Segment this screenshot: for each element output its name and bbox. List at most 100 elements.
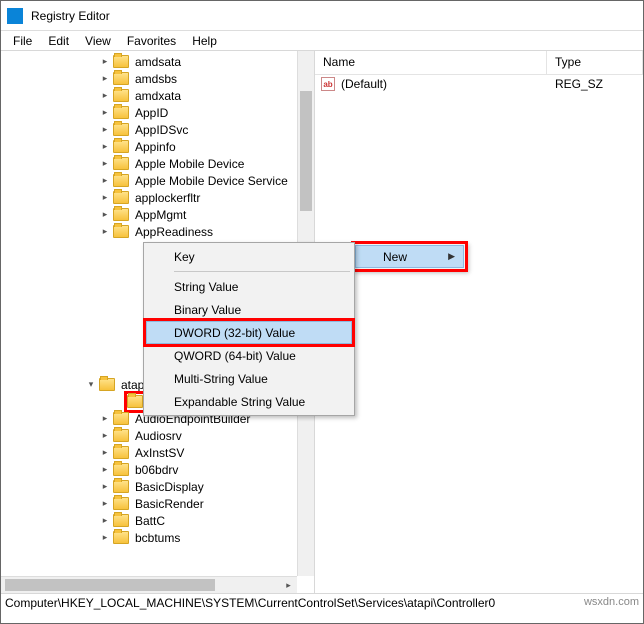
tree-item[interactable]: ▸ amdsata [1,53,314,70]
folder-icon [113,191,129,204]
folder-icon [113,225,129,238]
tree-item[interactable]: ▸ amdsbs [1,70,314,87]
folder-icon [113,55,129,68]
chevron-right-icon[interactable]: ▸ [99,73,111,85]
context-menu-new-label: New [383,250,407,264]
tree-scrollbar-horizontal[interactable]: ◂ ▸ [1,576,297,593]
tree-item[interactable]: ▸ Apple Mobile Device [1,155,314,172]
submenu-item-label: String Value [174,280,238,294]
submenu-item[interactable]: Key [146,245,352,268]
folder-icon [113,174,129,187]
submenu-arrow-icon: ▶ [448,251,455,262]
statusbar: Computer\HKEY_LOCAL_MACHINE\SYSTEM\Curre… [1,593,643,613]
scrollbar-thumb[interactable] [5,579,215,591]
tree-item-label: BasicDisplay [133,480,206,494]
tree-item[interactable]: ▸ amdxata [1,87,314,104]
chevron-right-icon[interactable]: ▸ [99,498,111,510]
submenu-item[interactable]: String Value [146,275,352,298]
folder-icon [113,157,129,170]
submenu-item[interactable]: Multi-String Value [146,367,352,390]
submenu-item[interactable]: Binary Value [146,298,352,321]
titlebar: Registry Editor [1,1,643,31]
tree-item[interactable]: ▸ applockerfltr [1,189,314,206]
folder-icon [99,378,115,391]
tree-item-label: AppID [133,106,170,120]
chevron-down-icon[interactable]: ▾ [85,379,97,391]
tree-item-label: BasicRender [133,497,206,511]
folder-icon [113,208,129,221]
scroll-right-icon[interactable]: ▸ [280,577,297,593]
scrollbar-thumb[interactable] [300,91,312,211]
chevron-right-icon[interactable]: ▸ [99,175,111,187]
menu-favorites[interactable]: Favorites [119,32,184,50]
chevron-right-icon[interactable]: ▸ [99,532,111,544]
folder-icon [113,412,129,425]
tree-item[interactable]: ▸ AppID [1,104,314,121]
chevron-right-icon[interactable]: ▸ [99,447,111,459]
tree-item[interactable]: ▸b06bdrv [1,461,314,478]
folder-icon [113,514,129,527]
context-menu: New ▶ [352,242,467,271]
chevron-right-icon[interactable]: ▸ [99,430,111,442]
folder-icon [113,72,129,85]
window-title: Registry Editor [31,9,110,23]
chevron-right-icon[interactable]: ▸ [99,413,111,425]
col-type[interactable]: Type [547,51,643,74]
tree-item-label: Appinfo [133,140,178,154]
tree-item[interactable]: ▸bcbtums [1,529,314,546]
list-row[interactable]: ab (Default) REG_SZ [315,75,643,93]
tree-item[interactable]: ▸ Appinfo [1,138,314,155]
menu-edit[interactable]: Edit [40,32,77,50]
status-path: Computer\HKEY_LOCAL_MACHINE\SYSTEM\Curre… [5,596,495,611]
submenu-item[interactable]: Expandable String Value [146,390,352,413]
submenu-item-label: Key [174,250,195,264]
tree-item-label: Apple Mobile Device [133,157,246,171]
col-name[interactable]: Name [315,51,547,74]
chevron-right-icon[interactable]: ▸ [99,226,111,238]
submenu-item[interactable]: DWORD (32-bit) Value [146,321,352,344]
chevron-right-icon[interactable]: ▸ [99,56,111,68]
tree-item[interactable]: ▸AxInstSV [1,444,314,461]
list-pane: Name Type ab (Default) REG_SZ [315,51,643,593]
chevron-right-icon[interactable]: ▸ [99,124,111,136]
menu-help[interactable]: Help [184,32,225,50]
chevron-right-icon[interactable]: ▸ [99,515,111,527]
submenu-item-label: QWORD (64-bit) Value [174,349,296,363]
folder-icon [113,106,129,119]
submenu-item[interactable]: QWORD (64-bit) Value [146,344,352,367]
chevron-right-icon[interactable]: ▸ [99,90,111,102]
menu-file[interactable]: File [5,32,40,50]
tree-item-label: amdsbs [133,72,179,86]
chevron-right-icon[interactable]: ▸ [99,464,111,476]
tree-item-label: amdxata [133,89,183,103]
tree-item[interactable]: ▸ BasicRender [1,495,314,512]
tree-item-label: AppIDSvc [133,123,190,137]
chevron-right-icon[interactable]: ▸ [99,107,111,119]
tree-item[interactable]: ▸ BattC [1,512,314,529]
chevron-right-icon[interactable]: ▸ [99,481,111,493]
tree-item[interactable]: ▸Audiosrv [1,427,314,444]
chevron-right-icon[interactable]: ▸ [99,209,111,221]
tree-item[interactable]: ▸ AppIDSvc [1,121,314,138]
folder-icon [113,140,129,153]
chevron-right-icon[interactable] [113,396,125,408]
context-menu-new[interactable]: New ▶ [355,245,464,268]
watermark: wsxdn.com [584,596,639,611]
menu-view[interactable]: View [77,32,119,50]
folder-icon [113,89,129,102]
chevron-right-icon[interactable]: ▸ [99,192,111,204]
tree-item-label: amdsata [133,55,183,69]
tree-item[interactable]: ▸AppReadiness [1,223,314,240]
submenu-item-label: Binary Value [174,303,241,317]
folder-icon [113,446,129,459]
value-name: (Default) [341,77,549,91]
tree-item-label: BattC [133,514,167,528]
chevron-right-icon[interactable]: ▸ [99,141,111,153]
chevron-right-icon[interactable]: ▸ [99,158,111,170]
tree-item[interactable]: ▸Apple Mobile Device Service [1,172,314,189]
tree-item-label: applockerfltr [133,191,202,205]
tree-item[interactable]: ▸AppMgmt [1,206,314,223]
folder-icon [113,463,129,476]
tree-item[interactable]: ▸ BasicDisplay [1,478,314,495]
submenu-item-label: Expandable String Value [174,395,305,409]
